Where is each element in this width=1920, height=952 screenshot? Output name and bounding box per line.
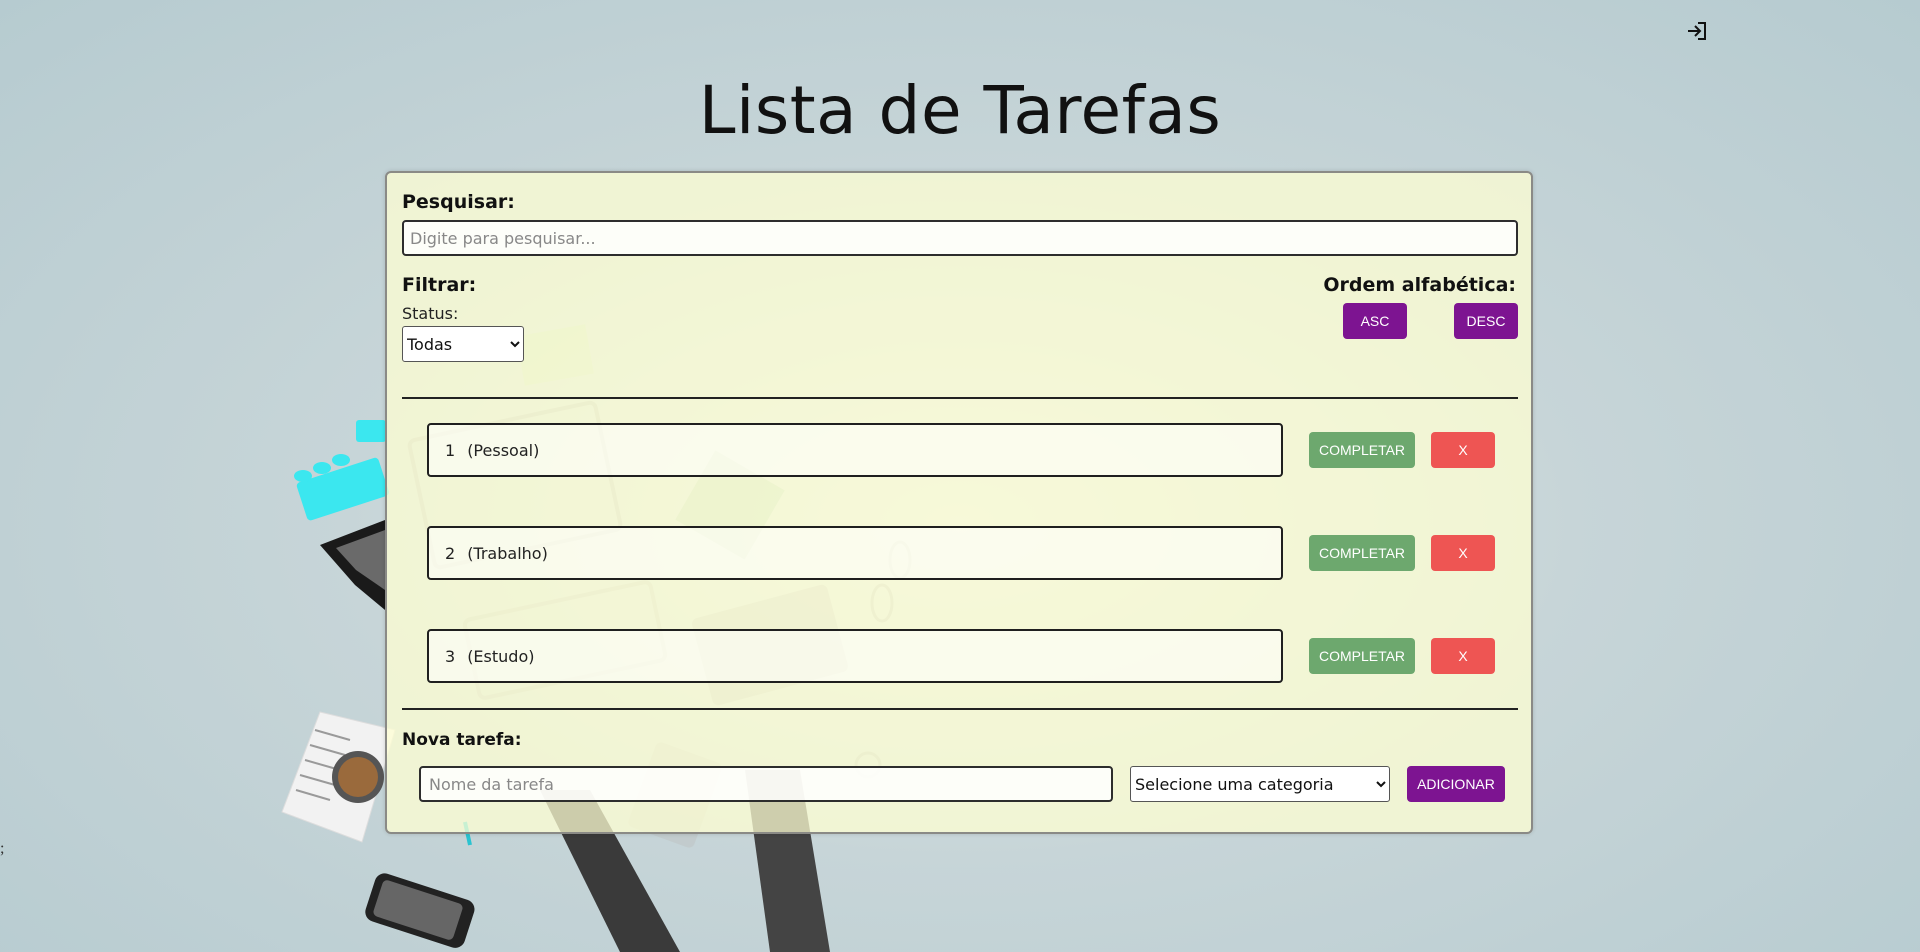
task-category: (Pessoal)	[467, 440, 540, 460]
status-label: Status:	[402, 304, 459, 323]
sort-desc-button[interactable]: DESC	[1454, 303, 1518, 339]
new-task-name-input[interactable]	[419, 766, 1113, 802]
status-filter-select[interactable]: Todas	[402, 326, 524, 362]
divider	[402, 708, 1518, 710]
task-item: 3 (Estudo)	[427, 629, 1283, 683]
divider	[402, 397, 1518, 399]
delete-task-button[interactable]: X	[1431, 432, 1495, 468]
delete-task-button[interactable]: X	[1431, 535, 1495, 571]
task-category: (Trabalho)	[467, 543, 548, 563]
add-task-button[interactable]: ADICIONAR	[1407, 766, 1505, 802]
alphabetical-order-label: Ordem alfabética:	[1323, 274, 1516, 296]
task-item: 2 (Trabalho)	[427, 526, 1283, 580]
login-button[interactable]	[1684, 18, 1710, 44]
task-number: 3	[445, 646, 456, 666]
task-number: 2	[445, 543, 456, 563]
task-item: 1 (Pessoal)	[427, 423, 1283, 477]
task-number: 1	[445, 440, 456, 460]
login-icon	[1688, 22, 1706, 40]
task-row: 1 (Pessoal) COMPLETAR X	[387, 423, 1531, 477]
delete-task-button[interactable]: X	[1431, 638, 1495, 674]
search-label: Pesquisar:	[402, 191, 515, 213]
stray-semicolon-text: ;	[0, 840, 5, 857]
category-select[interactable]: Selecione uma categoria	[1130, 766, 1390, 802]
complete-task-button[interactable]: COMPLETAR	[1309, 535, 1415, 571]
page-title: Lista de Tarefas	[698, 72, 1222, 149]
task-category: (Estudo)	[467, 646, 535, 666]
search-input[interactable]	[402, 220, 1518, 256]
todo-panel: Pesquisar: Filtrar: Status: Todas Ordem …	[385, 171, 1533, 834]
new-task-label: Nova tarefa:	[402, 730, 522, 750]
task-row: 2 (Trabalho) COMPLETAR X	[387, 526, 1531, 580]
filter-label: Filtrar:	[402, 274, 477, 296]
complete-task-button[interactable]: COMPLETAR	[1309, 638, 1415, 674]
complete-task-button[interactable]: COMPLETAR	[1309, 432, 1415, 468]
task-row: 3 (Estudo) COMPLETAR X	[387, 629, 1531, 683]
sort-asc-button[interactable]: ASC	[1343, 303, 1407, 339]
